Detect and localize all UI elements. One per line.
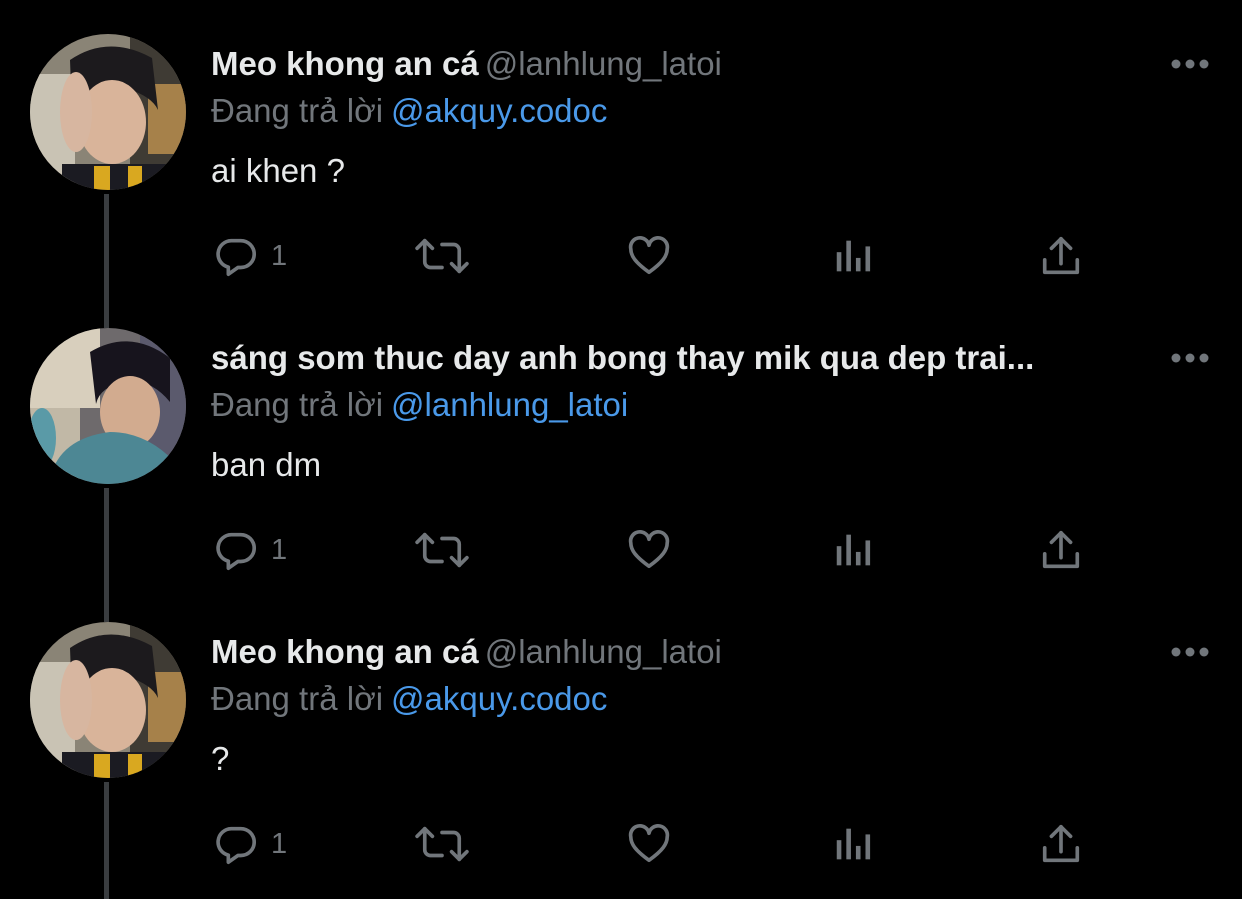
share-button[interactable] xyxy=(1037,522,1085,578)
heart-icon xyxy=(628,530,670,569)
retweet-button[interactable] xyxy=(413,816,471,872)
more-options-button[interactable] xyxy=(1168,344,1212,372)
tweet-text: ? xyxy=(211,740,230,777)
retweet-icon xyxy=(415,826,469,862)
thread-connector-line xyxy=(104,488,109,588)
share-upload-icon xyxy=(1042,530,1080,569)
user-handle[interactable]: @lanhlung_latoi xyxy=(485,45,722,82)
reply-count: 1 xyxy=(271,533,288,566)
reply-button[interactable]: 1 xyxy=(213,228,287,284)
replying-label: Đang trả lời xyxy=(211,92,384,129)
thread-connector-line xyxy=(104,194,109,294)
like-button[interactable] xyxy=(625,816,673,872)
replying-to-line: Đang trả lời @lanhlung_latoi xyxy=(211,385,628,425)
share-button[interactable] xyxy=(1037,816,1085,872)
more-horizontal-icon xyxy=(1171,353,1209,363)
more-horizontal-icon xyxy=(1171,647,1209,657)
like-button[interactable] xyxy=(625,522,673,578)
views-button[interactable] xyxy=(831,522,877,578)
speech-bubble-icon xyxy=(216,826,257,865)
thread-connector-line xyxy=(104,782,109,899)
thread-connector-line xyxy=(104,294,109,328)
tweet-header: Meo khong an cá @lanhlung_latoi xyxy=(211,44,1142,84)
tweet[interactable]: Meo khong an cá @lanhlung_latoi Đang trả … xyxy=(0,0,1242,294)
tweet-text: ban dm xyxy=(211,446,322,483)
reply-count: 1 xyxy=(271,239,288,272)
retweet-icon xyxy=(415,238,469,274)
display-name[interactable]: sáng som thuc day anh bong thay mik qua … xyxy=(211,339,1034,376)
reply-button[interactable]: 1 xyxy=(213,522,287,578)
tweet[interactable]: Meo khong an cá @lanhlung_latoi Đang trả … xyxy=(0,588,1242,899)
mention-link[interactable]: @lanhlung_latoi xyxy=(391,386,628,423)
share-upload-icon xyxy=(1042,236,1080,275)
like-button[interactable] xyxy=(625,228,673,284)
thread-connector-line xyxy=(104,588,109,622)
retweet-icon xyxy=(415,532,469,568)
user-handle[interactable]: @lanhlung_latoi xyxy=(485,633,722,670)
views-button[interactable] xyxy=(831,228,877,284)
avatar[interactable] xyxy=(30,622,186,778)
bar-chart-icon xyxy=(836,828,871,860)
replying-to-line: Đang trả lời @akquy.codoc xyxy=(211,91,607,131)
heart-icon xyxy=(628,824,670,863)
heart-icon xyxy=(628,236,670,275)
display-name[interactable]: Meo khong an cá xyxy=(211,45,479,82)
speech-bubble-icon xyxy=(216,532,257,571)
more-options-button[interactable] xyxy=(1168,638,1212,666)
tweet-header: Meo khong an cá @lanhlung_latoi xyxy=(211,632,1142,672)
mention-link[interactable]: @akquy.codoc xyxy=(391,680,607,717)
reply-count: 1 xyxy=(271,827,288,860)
avatar[interactable] xyxy=(30,328,186,484)
retweet-button[interactable] xyxy=(413,522,471,578)
reply-button[interactable]: 1 xyxy=(213,816,287,872)
replying-label: Đang trả lời xyxy=(211,386,384,423)
share-upload-icon xyxy=(1042,824,1080,863)
retweet-button[interactable] xyxy=(413,228,471,284)
tweet-text: ai khen ? xyxy=(211,152,345,189)
avatar[interactable] xyxy=(30,34,186,190)
speech-bubble-icon xyxy=(216,238,257,277)
tweet-header: sáng som thuc day anh bong thay mik qua … xyxy=(211,338,1142,378)
tweet[interactable]: sáng som thuc day anh bong thay mik qua … xyxy=(0,294,1242,588)
views-button[interactable] xyxy=(831,816,877,872)
display-name[interactable]: Meo khong an cá xyxy=(211,633,479,670)
replying-to-line: Đang trả lời @akquy.codoc xyxy=(211,679,607,719)
mention-link[interactable]: @akquy.codoc xyxy=(391,92,607,129)
more-horizontal-icon xyxy=(1171,59,1209,69)
more-options-button[interactable] xyxy=(1168,50,1212,78)
bar-chart-icon xyxy=(836,240,871,272)
bar-chart-icon xyxy=(836,534,871,566)
replying-label: Đang trả lời xyxy=(211,680,384,717)
share-button[interactable] xyxy=(1037,228,1085,284)
